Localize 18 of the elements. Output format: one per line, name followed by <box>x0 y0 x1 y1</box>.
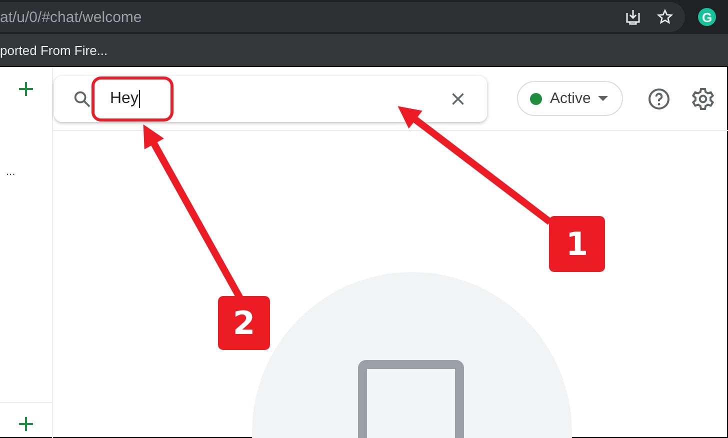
settings-icon[interactable] <box>690 86 715 110</box>
step-number-badge: 1 <box>549 216 605 272</box>
plus-icon[interactable] <box>19 82 33 96</box>
more-text: ... <box>6 166 16 180</box>
search-icon <box>72 88 92 108</box>
bookmark-item[interactable]: ported From Fire... <box>0 42 108 58</box>
url-text: at/u/0/#chat/welcome <box>0 8 143 26</box>
search-field[interactable]: Hey <box>54 76 487 122</box>
star-icon[interactable] <box>657 9 673 25</box>
caret-icon <box>598 96 608 101</box>
search-input-text: Hey <box>110 90 140 108</box>
step-number-badge: 2 <box>218 296 270 350</box>
address-bar[interactable]: at/u/0/#chat/welcome <box>0 2 685 32</box>
plus-icon[interactable] <box>19 417 33 431</box>
download-icon[interactable] <box>625 9 641 25</box>
help-icon[interactable] <box>646 86 671 110</box>
screen-outline-icon <box>358 360 464 438</box>
status-dropdown[interactable]: Active <box>517 81 623 116</box>
